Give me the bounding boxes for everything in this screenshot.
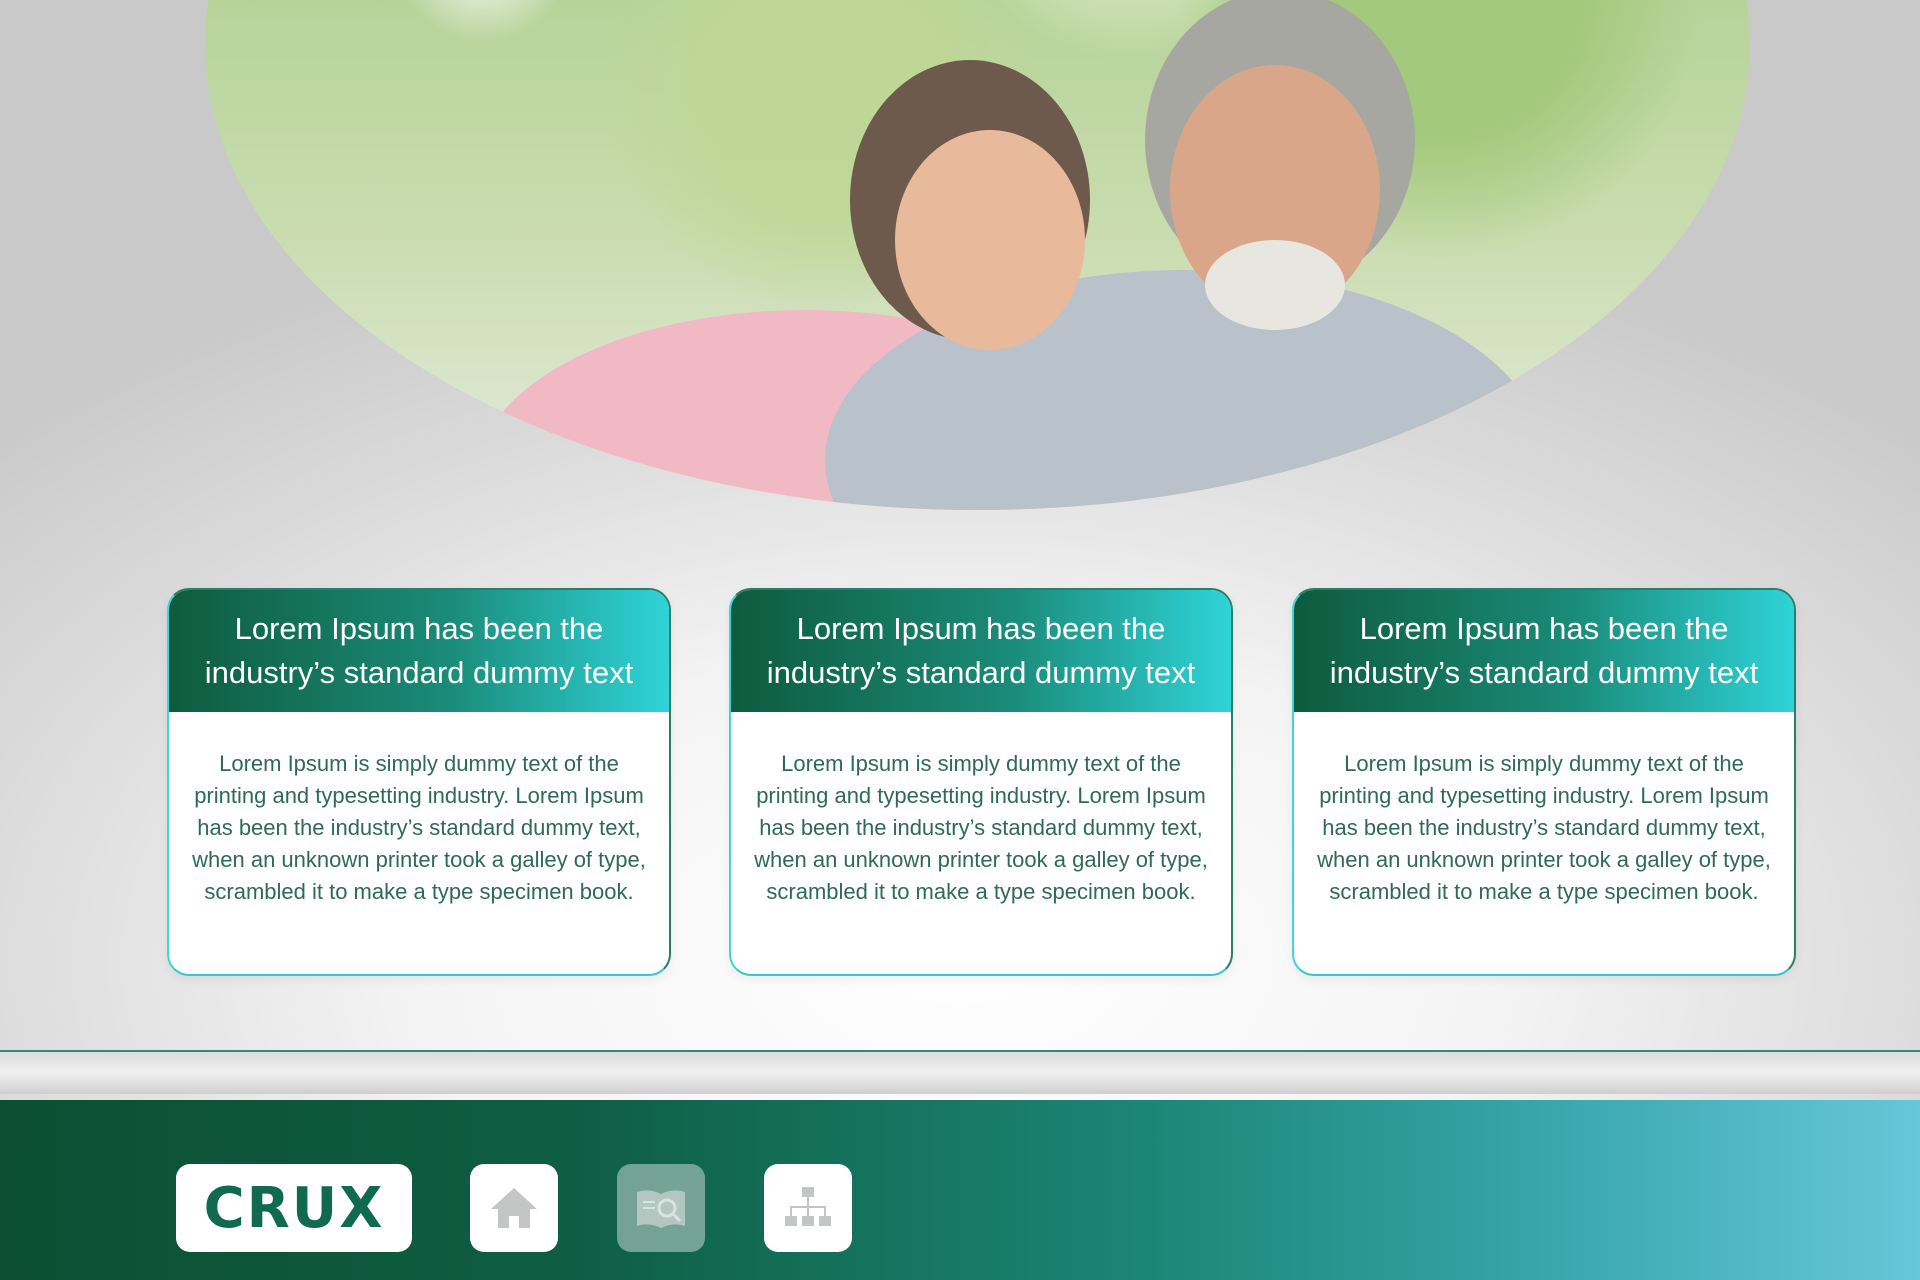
card-title: Lorem Ipsum has been the industry’s stan… — [731, 590, 1231, 712]
divider-band — [0, 1052, 1920, 1094]
hero-photo — [205, 0, 1750, 510]
card-body: Lorem Ipsum is simply dummy text of the … — [192, 751, 646, 904]
sitemap-button[interactable] — [764, 1164, 852, 1252]
crux-logo-button[interactable]: CRUX — [176, 1164, 412, 1252]
feature-card: Lorem Ipsum has been the industry’s stan… — [167, 588, 671, 976]
sitemap-icon — [785, 1187, 831, 1226]
card-title: Lorem Ipsum has been the industry’s stan… — [169, 590, 669, 712]
home-button[interactable] — [470, 1164, 558, 1252]
feature-card: Lorem Ipsum has been the industry’s stan… — [729, 588, 1233, 976]
card-body: Lorem Ipsum is simply dummy text of the … — [1317, 751, 1771, 904]
card-title: Lorem Ipsum has been the industry’s stan… — [1294, 590, 1794, 712]
card-body: Lorem Ipsum is simply dummy text of the … — [754, 751, 1208, 904]
couple-photo-illustration — [475, 0, 1545, 510]
catalog-search-button[interactable] — [617, 1164, 705, 1252]
home-icon — [491, 1188, 537, 1228]
feature-card: Lorem Ipsum has been the industry’s stan… — [1292, 588, 1796, 976]
book-search-icon — [637, 1190, 685, 1228]
